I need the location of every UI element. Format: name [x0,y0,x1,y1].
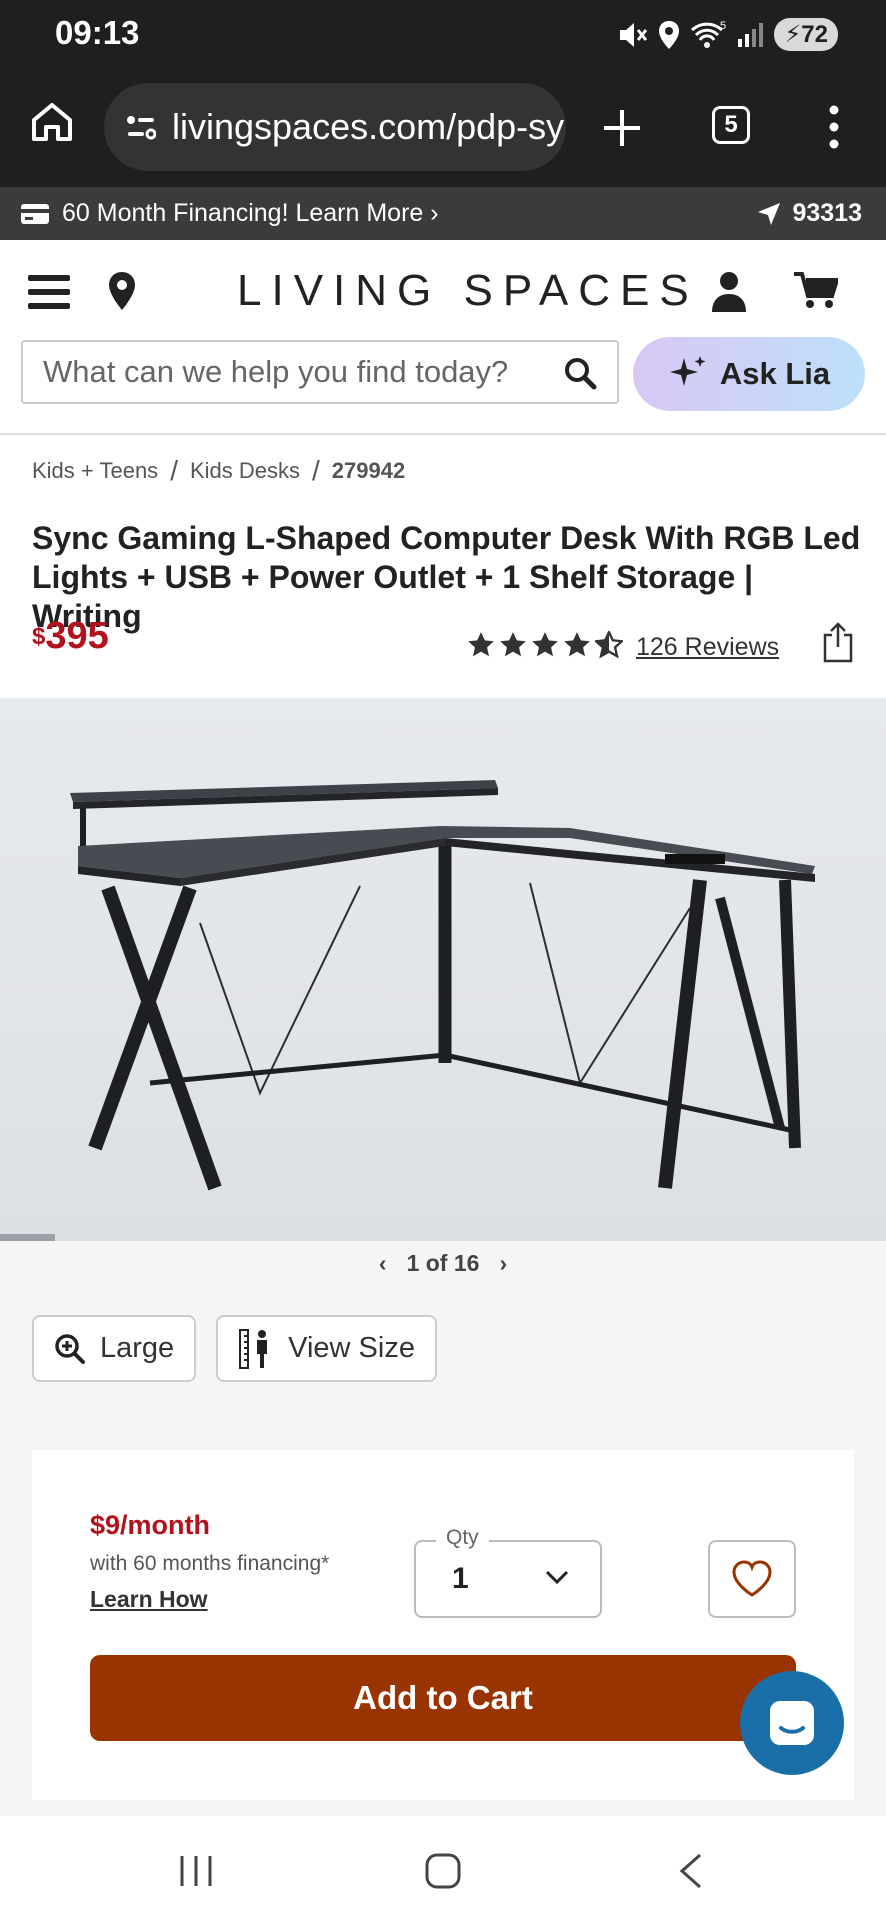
star-rating[interactable] [467,631,623,659]
product-image[interactable] [0,698,886,1241]
add-to-cart-button[interactable]: Add to Cart [90,1655,796,1741]
qty-label: Qty [436,1526,489,1550]
cart-icon[interactable] [794,270,838,310]
store-location-icon[interactable] [106,270,138,312]
navigation-arrow-icon [758,202,781,225]
more-menu-icon[interactable] [820,102,848,152]
battery-icon: ⚡72 [774,18,838,51]
gallery-pager: ‹ 1 of 16 › [0,1250,886,1277]
ask-lia-button[interactable]: Ask Lia [633,337,865,411]
network-label: 5 [720,20,726,32]
large-view-button[interactable]: Large [32,1315,197,1382]
status-bar: 09:13 5 ⚡72 [0,0,886,72]
prev-image-button[interactable]: ‹ [379,1250,387,1276]
half-star-icon [595,631,623,659]
recent-apps-icon[interactable] [178,1854,214,1888]
financing-note: with 60 months financing* [90,1552,330,1575]
credit-card-icon [21,203,49,224]
ruler-person-icon [239,1328,268,1369]
address-bar[interactable]: livingspaces.com/pdp-sy [104,83,566,171]
view-buttons: Large View Size [32,1315,437,1382]
wifi-icon: 5 [691,20,726,48]
zoom-in-icon [55,1333,85,1364]
site-settings-icon[interactable] [126,114,156,140]
price-currency: $ [32,623,46,650]
large-label: Large [100,1332,175,1364]
browser-toolbar: livingspaces.com/pdp-sy 5 [0,72,886,187]
battery-level: 72 [801,21,828,48]
back-icon[interactable] [676,1852,706,1890]
star-icon [468,632,494,657]
product-info: Kids + Teens / Kids Desks / 279942 Sync … [0,435,886,698]
breadcrumb-link[interactable]: Kids Desks [190,458,300,484]
sparkle-icon [669,356,706,386]
product-price: $395 [32,615,109,658]
promo-text[interactable]: 60 Month Financing! Learn More › [62,199,439,228]
reviews-link[interactable]: 126 Reviews [636,633,779,662]
url-text: livingspaces.com/pdp-sy [172,106,565,147]
heart-icon [732,1560,772,1597]
zip-code: 93313 [792,199,862,227]
next-image-button[interactable]: › [499,1250,507,1276]
chat-icon [770,1701,814,1745]
gallery-progress [0,1234,56,1241]
price-amount: 395 [45,615,109,657]
site-logo[interactable]: LIVING SPACES [237,266,699,316]
chat-button[interactable] [740,1671,844,1775]
account-icon[interactable] [710,270,748,312]
mute-icon [620,22,648,47]
quantity-select[interactable]: Qty 1 [414,1526,602,1618]
zip-selector[interactable]: 93313 [756,199,862,228]
tab-switcher-button[interactable]: 5 [712,106,750,144]
promo-bar[interactable]: 60 Month Financing! Learn More › 93313 [0,187,886,240]
learn-how-link[interactable]: Learn How [90,1586,208,1613]
star-icon [532,632,558,657]
star-icon [500,632,526,657]
desk-illustration [70,780,815,1191]
breadcrumb-link[interactable]: Kids + Teens [32,458,158,484]
view-size-button[interactable]: View Size [216,1315,437,1382]
view-size-label: View Size [288,1332,415,1364]
signal-icon [738,22,764,47]
status-icons: 5 ⚡72 [616,18,838,51]
home-icon[interactable] [30,100,74,144]
search-icon[interactable] [563,356,597,390]
location-icon [659,20,680,49]
status-time: 09:13 [55,14,140,51]
star-icon [564,632,590,657]
wishlist-button[interactable] [708,1540,796,1618]
breadcrumb: Kids + Teens / Kids Desks / 279942 [32,455,405,487]
hamburger-menu-icon[interactable] [28,272,70,312]
new-tab-icon[interactable] [600,98,644,158]
purchase-card: $9/month with 60 months financing* Learn… [32,1450,854,1800]
monthly-price: $9/month [90,1510,211,1540]
share-icon[interactable] [822,621,854,663]
site-header: LIVING SPACES Ask Lia [0,240,886,435]
chevron-down-icon [545,1570,569,1585]
product-title: Sync Gaming L-Shaped Computer Desk With … [32,520,861,634]
search-input[interactable] [23,354,543,390]
system-home-icon[interactable] [424,1852,462,1890]
system-nav-bar [0,1816,886,1920]
search-bar [21,340,619,404]
breadcrumb-separator: / [312,455,320,486]
breadcrumb-separator: / [170,455,178,486]
pager-text: 1 of 16 [406,1250,480,1276]
qty-value: 1 [452,1562,469,1595]
breadcrumb-current: 279942 [331,458,406,483]
ask-lia-label: Ask Lia [719,356,831,391]
